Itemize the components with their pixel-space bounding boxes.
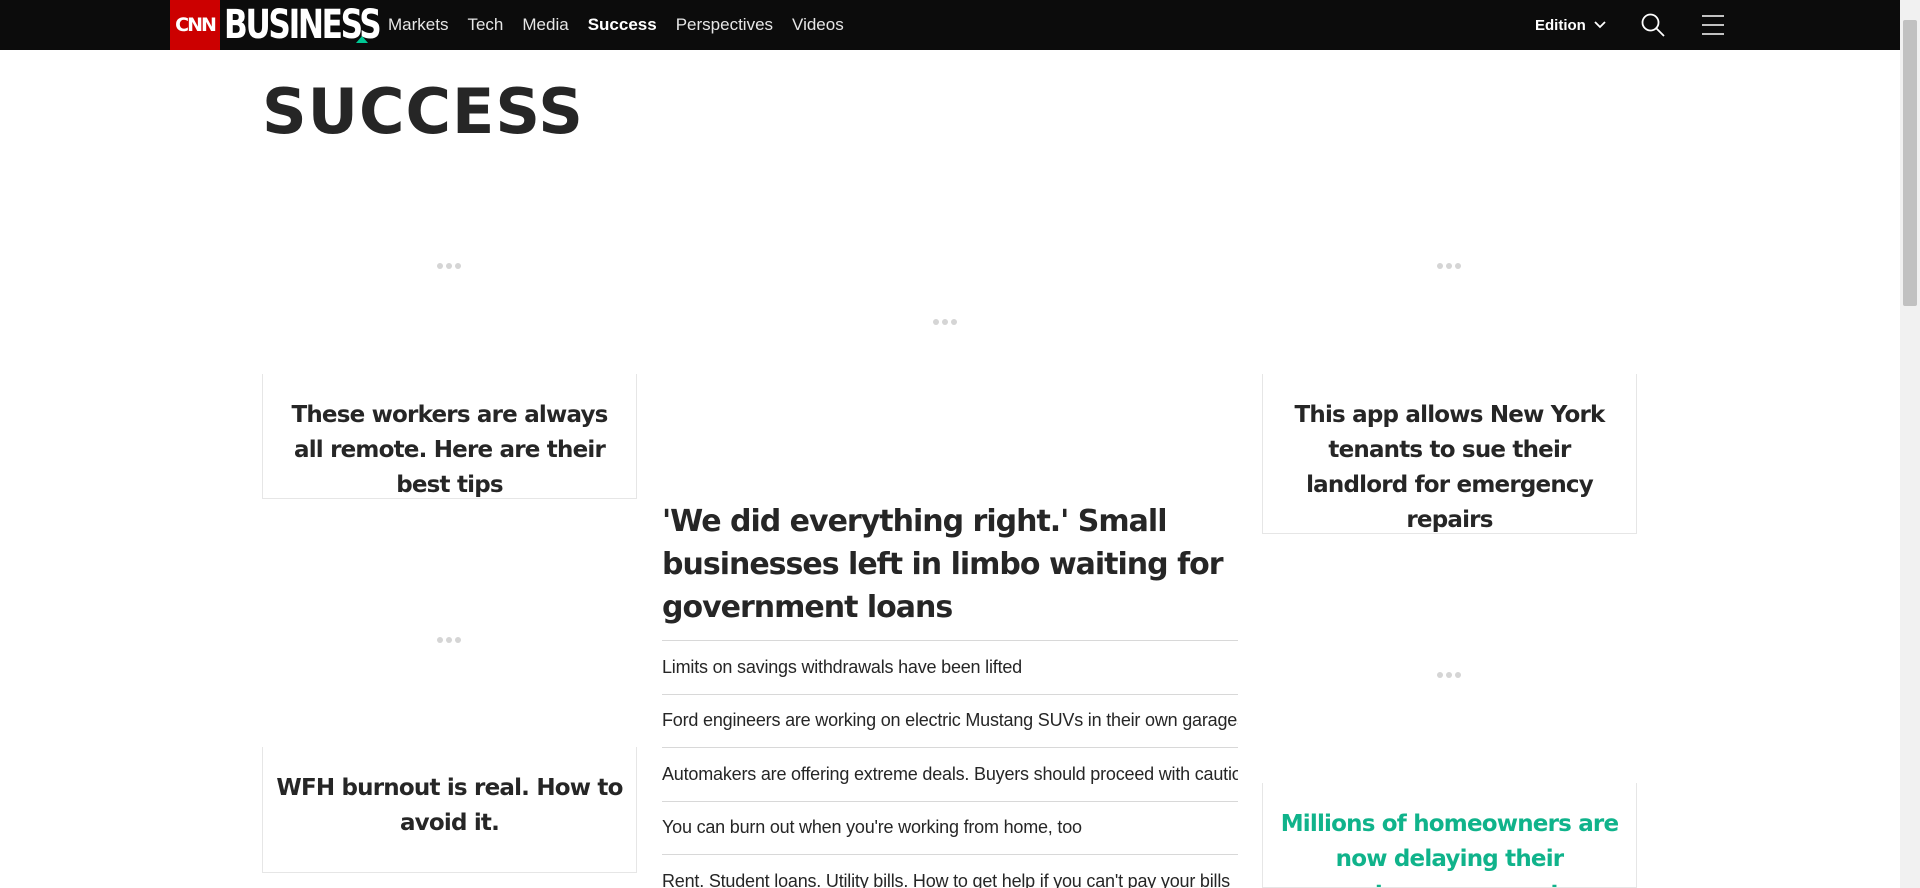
nav-item-perspectives[interactable]: Perspectives: [676, 15, 773, 35]
related-links-list: Limits on savings withdrawals have been …: [662, 640, 1238, 888]
image-loading-icon: [1437, 672, 1461, 678]
nav-item-tech[interactable]: Tech: [467, 15, 503, 35]
story-card[interactable]: This app allows New York tenants to sue …: [1262, 374, 1637, 534]
section-nav: Markets Tech Media Success Perspectives …: [388, 0, 863, 50]
image-loading-icon: [933, 319, 957, 325]
edition-selector[interactable]: Edition: [1535, 0, 1606, 50]
related-link[interactable]: You can burn out when you're working fro…: [662, 800, 1238, 855]
story-card[interactable]: WFH burnout is real. How to avoid it.: [262, 747, 637, 873]
nav-item-videos[interactable]: Videos: [792, 15, 844, 35]
image-loading-icon: [437, 263, 461, 269]
nav-item-success[interactable]: Success: [588, 15, 657, 35]
chevron-down-icon: [1594, 21, 1606, 29]
menu-button[interactable]: [1700, 12, 1726, 38]
main-story-headline[interactable]: 'We did everything right.' Small busines…: [662, 500, 1242, 629]
top-navigation-bar: CNN BUSINESS Markets Tech Media Success …: [0, 0, 1900, 50]
edition-label: Edition: [1535, 16, 1586, 34]
story-card[interactable]: Millions of homeowners are now delaying …: [1262, 783, 1637, 888]
nav-item-media[interactable]: Media: [522, 15, 568, 35]
search-button[interactable]: [1640, 12, 1666, 38]
related-link[interactable]: Automakers are offering extreme deals. B…: [662, 747, 1238, 801]
related-link[interactable]: Rent. Student loans. Utility bills. How …: [662, 854, 1238, 888]
story-card-title[interactable]: These workers are always all remote. Her…: [275, 398, 624, 503]
image-loading-icon: [1437, 263, 1461, 269]
related-link[interactable]: Limits on savings withdrawals have been …: [662, 640, 1238, 694]
business-logo-triangle-icon: [356, 36, 368, 43]
story-card-title[interactable]: This app allows New York tenants to sue …: [1275, 398, 1624, 538]
scrollbar-thumb[interactable]: [1903, 20, 1917, 306]
search-icon: [1641, 13, 1665, 37]
nav-item-markets[interactable]: Markets: [388, 15, 448, 35]
story-card-title[interactable]: Millions of homeowners are now delaying …: [1275, 807, 1624, 887]
cnn-logo[interactable]: CNN: [170, 0, 220, 50]
page-scrollbar[interactable]: [1900, 0, 1920, 888]
story-card[interactable]: These workers are always all remote. Her…: [262, 374, 637, 499]
page-title: SUCCESS: [262, 75, 584, 148]
hamburger-menu-icon: [1702, 15, 1724, 35]
related-link[interactable]: Ford engineers are working on electric M…: [662, 693, 1238, 748]
image-loading-icon: [437, 637, 461, 643]
story-card-title[interactable]: WFH burnout is real. How to avoid it.: [275, 771, 624, 841]
